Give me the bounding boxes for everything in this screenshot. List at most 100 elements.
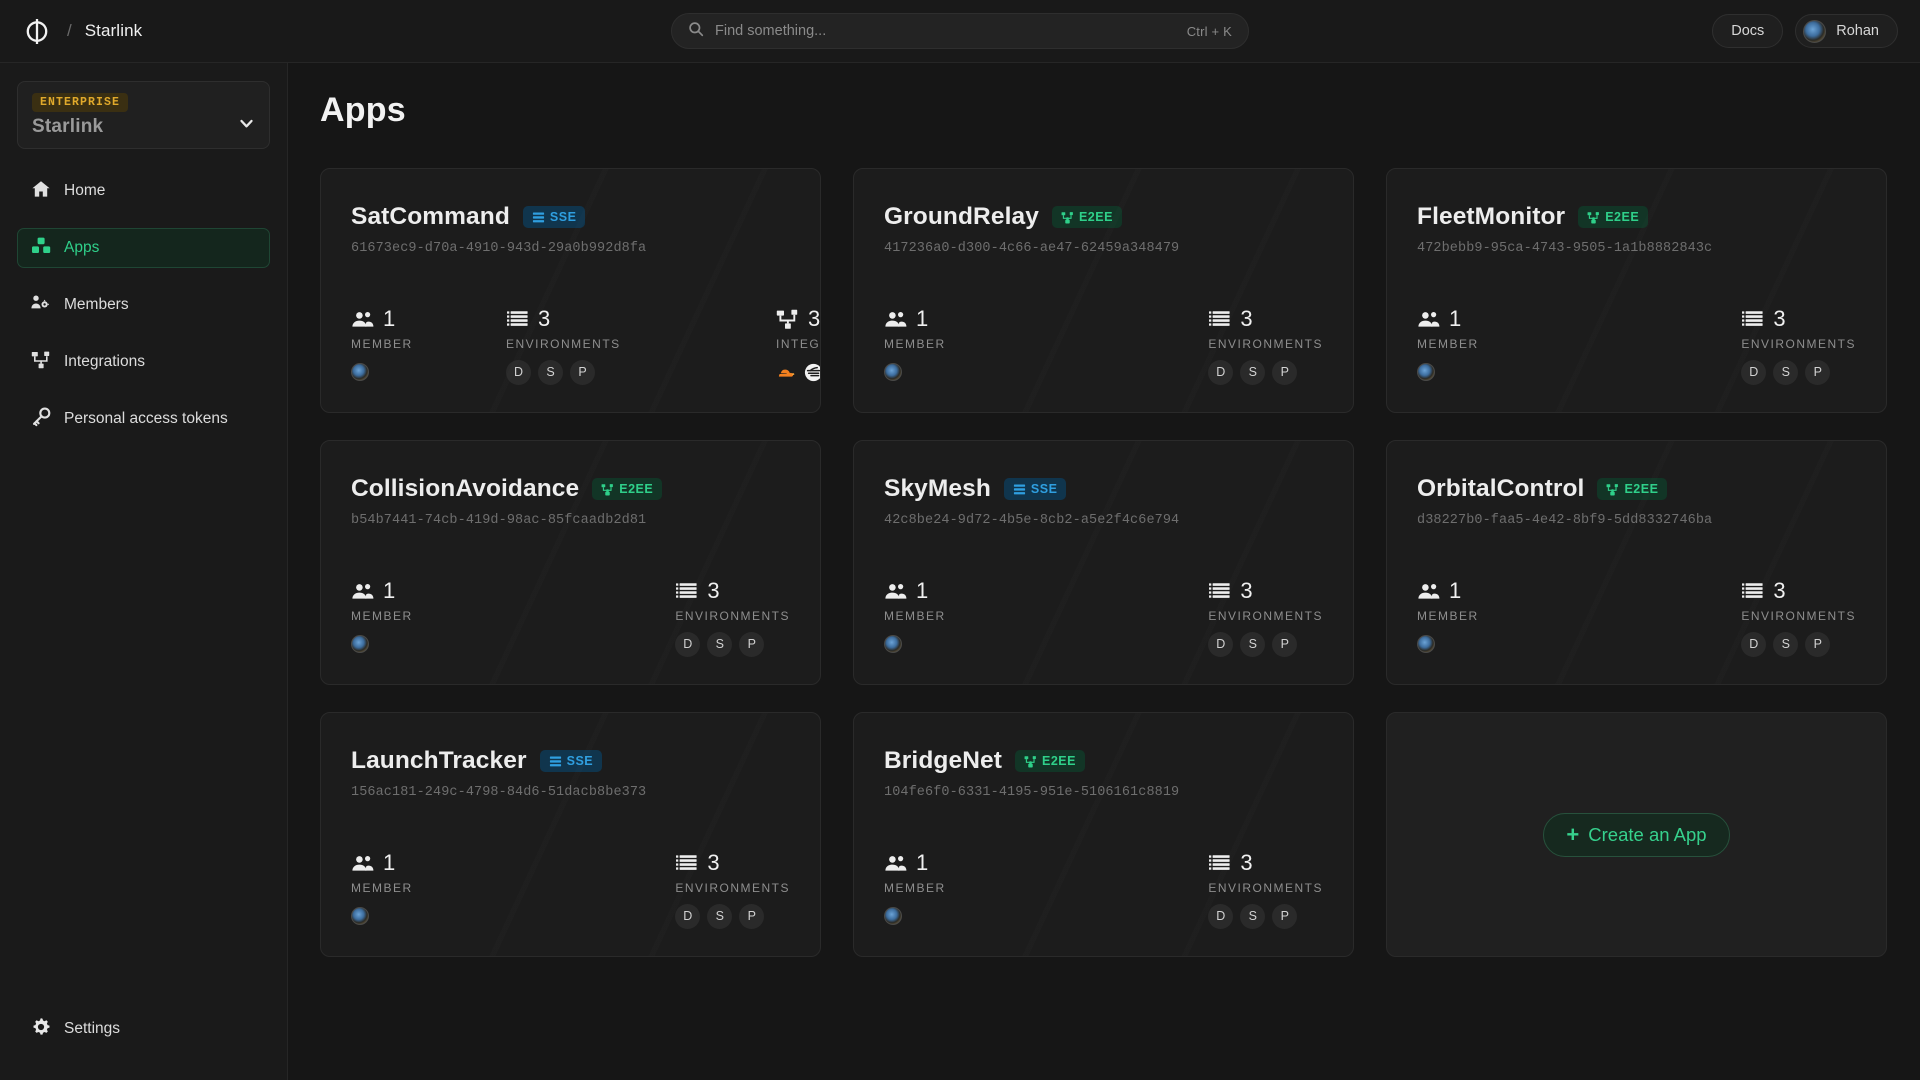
app-card[interactable]: SatCommandSSE61673ec9-d70a-4910-943d-29a… [320, 168, 821, 413]
avatar [351, 635, 369, 653]
sidebar-item-settings[interactable]: Settings [17, 1009, 270, 1049]
app-uuid: 61673ec9-d70a-4910-943d-29a0b992d8fa [351, 241, 790, 256]
environment-pill[interactable]: P [739, 904, 764, 929]
app-stats: 1MEMBER3ENVIRONMENTSDSP [884, 850, 1323, 928]
app-card[interactable]: BridgeNet E2EE 104fe6f0-6331-4195-951e-510… [853, 712, 1354, 957]
app-card[interactable]: SkyMeshSSE42c8be24-9d72-4b5e-8cb2-a5e2f4… [853, 440, 1354, 685]
members-icon [884, 580, 907, 603]
environment-pill[interactable]: P [1272, 904, 1297, 929]
members-icon [1417, 308, 1440, 331]
app-card[interactable]: LaunchTrackerSSE156ac181-249c-4798-84d6-… [320, 712, 821, 957]
environment-pill[interactable]: S [1240, 360, 1265, 385]
app-uuid: b54b7441-74cb-419d-98ac-85fcaadb2d81 [351, 513, 790, 528]
app-card[interactable]: FleetMonitorE2EE472bebb9-95ca-4743-9505-… [1386, 168, 1887, 413]
app-card-header: BridgeNet E2EE [884, 747, 1323, 775]
environment-pill[interactable]: D [1741, 632, 1766, 657]
members-icon [884, 852, 907, 875]
sidebar-item-apps[interactable]: Apps [17, 228, 270, 268]
stat-environments-count: 3 [538, 306, 550, 332]
stat-members-label: MEMBER [351, 609, 506, 623]
stat-environments-top: 3 [1741, 306, 1856, 332]
app-uuid: 472bebb9-95ca-4743-9505-1a1b8882843c [1417, 241, 1856, 256]
secure-network-icon [1061, 211, 1074, 224]
environment-pill[interactable]: S [538, 360, 563, 385]
encryption-badge-label: E2EE [1042, 754, 1076, 768]
sidebar-item-members[interactable]: Members [17, 285, 270, 325]
environment-pill[interactable]: D [675, 904, 700, 929]
search-icon [688, 21, 715, 42]
workspace-name[interactable]: Starlink [85, 21, 143, 41]
stat-environments-label: ENVIRONMENTS [1208, 609, 1323, 623]
member-avatar-list [884, 632, 1039, 656]
environment-pill[interactable]: D [506, 360, 531, 385]
environment-pill[interactable]: D [1208, 360, 1233, 385]
create-app-button[interactable]: +Create an App [1543, 813, 1729, 857]
app-uuid: 156ac181-249c-4798-84d6-51dacb8be373 [351, 785, 790, 800]
stat-environments-top: 3 [675, 850, 790, 876]
environment-pill[interactable]: P [1272, 632, 1297, 657]
app-stats: 1MEMBER3ENVIRONMENTSDSP3INTEGRATIONS [351, 306, 790, 384]
app-name: GroundRelay [884, 203, 1039, 231]
docs-button[interactable]: Docs [1712, 14, 1783, 48]
app-card[interactable]: GroundRelayE2EE417236a0-d300-4c66-ae47-6… [853, 168, 1354, 413]
stat-environments-label: ENVIRONMENTS [675, 609, 790, 623]
sidebar-item-label: Home [64, 182, 105, 200]
cloudflare-icon[interactable] [776, 363, 795, 382]
environment-pill[interactable]: D [1208, 632, 1233, 657]
app-card[interactable]: CollisionAvoidanceE2EEb54b7441-74cb-419d… [320, 440, 821, 685]
stat-members: 1MEMBER [351, 850, 506, 928]
app-uuid: 104fe6f0-6331-4195-951e-5106161c8819 [884, 785, 1323, 800]
environment-pill-list: DSP [1741, 632, 1856, 656]
members-icon [1417, 580, 1440, 603]
environment-pill[interactable]: S [1773, 360, 1798, 385]
environment-pill[interactable]: P [1805, 360, 1830, 385]
user-menu-button[interactable]: Rohan [1795, 14, 1898, 48]
avatar [884, 635, 902, 653]
vercel-circle-icon[interactable] [804, 363, 821, 382]
environment-pill[interactable]: D [1208, 904, 1233, 929]
stat-environments-label: ENVIRONMENTS [1741, 337, 1856, 351]
sidebar-item-label: Settings [64, 1020, 120, 1038]
environment-pill[interactable]: D [675, 632, 700, 657]
sidebar-item-label: Apps [64, 239, 99, 257]
app-card[interactable]: OrbitalControlE2EEd38227b0-faa5-4e42-8bf… [1386, 440, 1887, 685]
environment-pill[interactable]: S [707, 632, 732, 657]
environment-pill-list: DSP [675, 632, 790, 656]
environment-pill[interactable]: D [1741, 360, 1766, 385]
search-input[interactable] [715, 23, 1187, 39]
sidebar-footer: Settings [0, 1009, 287, 1066]
environment-pill[interactable]: P [1805, 632, 1830, 657]
app-stats: 1MEMBER3ENVIRONMENTSDSP [351, 578, 790, 656]
environment-pill[interactable]: P [739, 632, 764, 657]
environment-pill[interactable]: S [1240, 632, 1265, 657]
stat-members-label: MEMBER [1417, 337, 1572, 351]
sidebar-item-integrations[interactable]: Integrations [17, 342, 270, 382]
environment-pill[interactable]: S [1773, 632, 1798, 657]
sidebar-item-home[interactable]: Home [17, 171, 270, 211]
encryption-badge: SSE [540, 750, 603, 772]
member-avatar-list [351, 360, 506, 384]
environment-pill[interactable]: P [1272, 360, 1297, 385]
global-search[interactable]: Ctrl + K [671, 13, 1249, 49]
member-avatar-list [1417, 632, 1572, 656]
app-stats: 1MEMBER3ENVIRONMENTSDSP [351, 850, 790, 928]
integration-icon-list [776, 360, 821, 384]
environment-pill[interactable]: S [707, 904, 732, 929]
sidebar-item-personal-access-tokens[interactable]: Personal access tokens [17, 399, 270, 439]
member-avatar-list [884, 360, 1039, 384]
app-name: BridgeNet [884, 747, 1002, 775]
org-switcher[interactable]: ENTERPRISE Starlink [17, 81, 270, 149]
environment-pill-list: DSP [506, 360, 776, 384]
encryption-badge: SSE [1004, 478, 1067, 500]
integrations-icon [776, 308, 799, 331]
create-app-card[interactable]: +Create an App [1386, 712, 1887, 957]
secure-network-icon [1606, 483, 1619, 496]
sidebar-item-label: Integrations [64, 353, 145, 371]
environment-pill[interactable]: P [570, 360, 595, 385]
stat-environments-top: 3 [1208, 306, 1323, 332]
secure-network-icon [1587, 211, 1600, 224]
stat-members-top: 1 [884, 850, 1039, 876]
environment-pill[interactable]: S [1240, 904, 1265, 929]
stat-environments-label: ENVIRONMENTS [1208, 881, 1323, 895]
phi-logo-icon[interactable] [20, 14, 54, 48]
